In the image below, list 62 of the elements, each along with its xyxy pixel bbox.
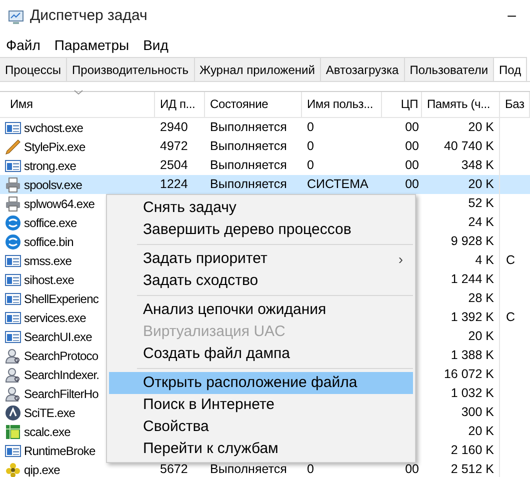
memory-cell-text: 9 928 K	[450, 233, 494, 250]
status-cell: Выполняется	[210, 462, 287, 476]
cpu-cell-text: 00	[405, 157, 419, 174]
submenu-arrow: ›	[398, 250, 403, 268]
process-name: scalc.exe	[24, 424, 70, 440]
user-cell: 0	[307, 158, 314, 172]
memory-cell-text: 20 K	[468, 176, 494, 194]
memory-cell-text: 20 K	[468, 423, 494, 440]
memory-cell-text: 1 388 K	[450, 347, 494, 364]
process-name: sihost.exe	[24, 272, 74, 288]
memory-cell-text: 24 K	[468, 214, 494, 232]
memory-cell-text: 2 512 K	[450, 461, 494, 477]
pid-cell: 5672	[160, 462, 188, 476]
pid-cell: 2940	[160, 120, 188, 134]
process-name: services.exe	[24, 310, 86, 326]
memory-cell-text: 1 032 K	[450, 385, 494, 402]
process-name: SearchFilterHo	[24, 386, 98, 402]
cpu-cell-text: 00	[405, 138, 419, 156]
process-name: svchost.exe	[24, 120, 83, 136]
window-title: Диспетчер задач	[30, 6, 148, 26]
process-name: SearchProtoco	[24, 348, 98, 364]
process-name: ShellExperienc	[24, 290, 98, 308]
process-name: RuntimeBroke	[24, 442, 96, 460]
process-name: spoolsv.exe	[24, 176, 82, 194]
memory-cell-text: 300 K	[461, 404, 494, 422]
cpu-cell-text: 00	[405, 461, 419, 477]
pid-cell: 2504	[160, 158, 188, 172]
memory-cell-text: 40 740 K	[444, 138, 494, 156]
memory-cell-text: 52 K	[468, 195, 494, 212]
pid-cell: 1224	[160, 177, 188, 192]
memory-cell-text: 20 K	[468, 328, 494, 346]
user-cell: 0	[307, 139, 314, 154]
memory-cell-text: 2 160 K	[450, 442, 494, 460]
table-cell: С	[506, 310, 516, 324]
status-cell: Выполняется	[210, 120, 287, 134]
memory-cell-text: 20 K	[468, 119, 494, 136]
memory-cell-text: 4 K	[475, 252, 494, 270]
process-name: qip.exe	[24, 462, 60, 477]
process-name: smss.exe	[24, 252, 72, 270]
process-name: splwow64.exe	[24, 196, 95, 212]
status-cell: Выполняется	[210, 139, 287, 154]
status-cell: Выполняется	[210, 158, 287, 172]
process-name: SciTE.exe	[24, 404, 76, 422]
cpu-cell-text: 00	[405, 176, 419, 194]
memory-cell-text: 348 K	[461, 157, 494, 174]
table-cell: С	[506, 253, 516, 268]
user-cell: СИСТЕМА	[307, 177, 368, 192]
memory-cell-text: 16 072 K	[444, 366, 494, 384]
user-cell: 0	[307, 120, 314, 134]
memory-cell-text: 1 244 K	[450, 271, 494, 288]
process-name: StylePix.exe	[24, 138, 86, 156]
process-name: strong.exe	[24, 158, 76, 174]
memory-cell-text: 1 392 K	[450, 309, 494, 326]
process-name: soffice.exe	[24, 214, 77, 232]
memory-cell-text: 28 K	[468, 290, 494, 308]
cpu-cell-text: 00	[405, 119, 419, 136]
user-cell: 0	[307, 462, 314, 476]
status-cell: Выполняется	[210, 177, 287, 192]
pid-cell: 4972	[160, 139, 188, 154]
process-name: soffice.bin	[24, 234, 74, 250]
process-name: SearchIndexer.	[24, 366, 100, 384]
process-name: SearchUI.exe	[24, 328, 92, 346]
